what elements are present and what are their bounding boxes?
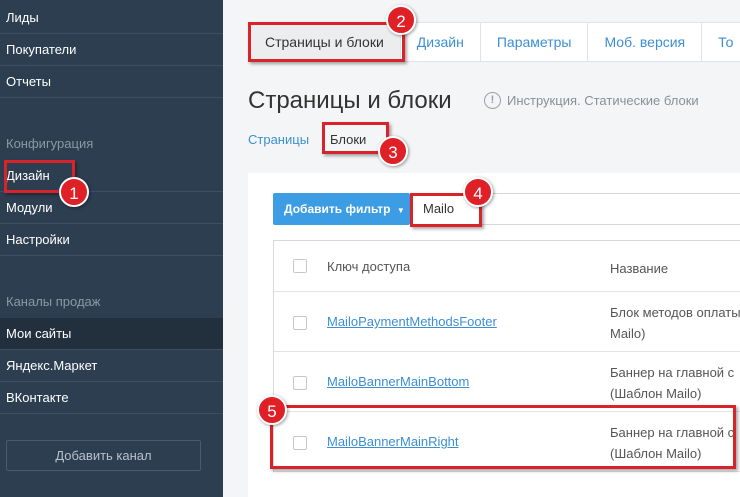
annotation-badge-3: 3 [378,136,408,166]
sidebar-item-leads[interactable]: Лиды [0,2,223,34]
annotation-badge-2: 2 [386,5,416,35]
tab-more[interactable]: То [702,23,740,61]
row-checkbox[interactable] [293,376,307,390]
sidebar-item-design[interactable]: Дизайн [0,160,223,192]
subtab-pages[interactable]: Страницы [248,132,309,147]
row-checkbox[interactable] [293,436,307,450]
row-key-link[interactable]: MailoBannerMainBottom [327,374,469,389]
table-row: MailoBannerMainRight Баннер на главной с… [274,412,740,472]
table-row: MailoPaymentMethodsFooter Блок методов о… [274,292,740,352]
blocks-table: Ключ доступа Название MailoPaymentMethod… [273,240,740,472]
subtab-blocks[interactable]: Блоки [330,132,366,147]
tab-parameters[interactable]: Параметры [481,23,589,61]
row-key-link[interactable]: MailoBannerMainRight [327,434,459,449]
main-content: Страницы и блоки Дизайн Параметры Моб. в… [223,0,740,497]
blocks-panel: Добавить фильтр ▼ Mailo Ключ доступа Наз… [248,173,740,497]
annotation-badge-5: 5 [257,395,287,425]
page-title: Страницы и блоки [248,87,452,114]
add-channel-button[interactable]: Добавить канал [6,440,201,471]
row-name: Баннер на главной с (Шаблон Mailo) [610,365,735,401]
annotation-badge-4: 4 [463,177,493,207]
caret-down-icon: ▼ [396,206,405,215]
add-filter-label: Добавить фильтр [284,202,391,216]
sidebar: Лиды Покупатели Отчеты Конфигурация Диза… [0,0,223,497]
sidebar-section-config: Конфигурация [6,136,94,151]
sidebar-item-reports[interactable]: Отчеты [0,66,223,98]
add-filter-button[interactable]: Добавить фильтр ▼ [273,193,410,225]
info-icon: ! [484,92,501,109]
annotation-badge-1: 1 [59,177,89,207]
help-link[interactable]: ! Инструкция. Статические блоки [484,92,699,109]
sidebar-item-settings[interactable]: Настройки [0,224,223,256]
filter-input[interactable]: Mailo [411,193,740,225]
sidebar-item-modules[interactable]: Модули [0,192,223,224]
header-name: Название [610,261,669,276]
tab-pages-blocks[interactable]: Страницы и блоки [249,23,401,61]
select-all-checkbox[interactable] [293,259,307,273]
row-key-link[interactable]: MailoPaymentMethodsFooter [327,314,497,329]
row-name: Блок методов оплаты Mailo) [610,305,740,341]
help-text: Инструкция. Статические блоки [507,93,699,108]
tab-bar: Страницы и блоки Дизайн Параметры Моб. в… [248,22,740,62]
sidebar-item-yandex-market[interactable]: Яндекс.Маркет [0,350,223,382]
sidebar-item-my-sites[interactable]: Мои сайты [0,318,223,350]
sidebar-section-channels: Каналы продаж [6,294,101,309]
sidebar-item-vkontakte[interactable]: ВКонтакте [0,382,223,414]
sidebar-item-customers[interactable]: Покупатели [0,34,223,66]
row-checkbox[interactable] [293,316,307,330]
row-name: Баннер на главной с (Шаблон Mailo) [610,425,735,461]
tab-mobile[interactable]: Моб. версия [588,23,703,61]
table-header: Ключ доступа Название [274,241,740,292]
table-row: MailoBannerMainBottom Баннер на главной … [274,352,740,412]
header-key: Ключ доступа [327,259,411,274]
